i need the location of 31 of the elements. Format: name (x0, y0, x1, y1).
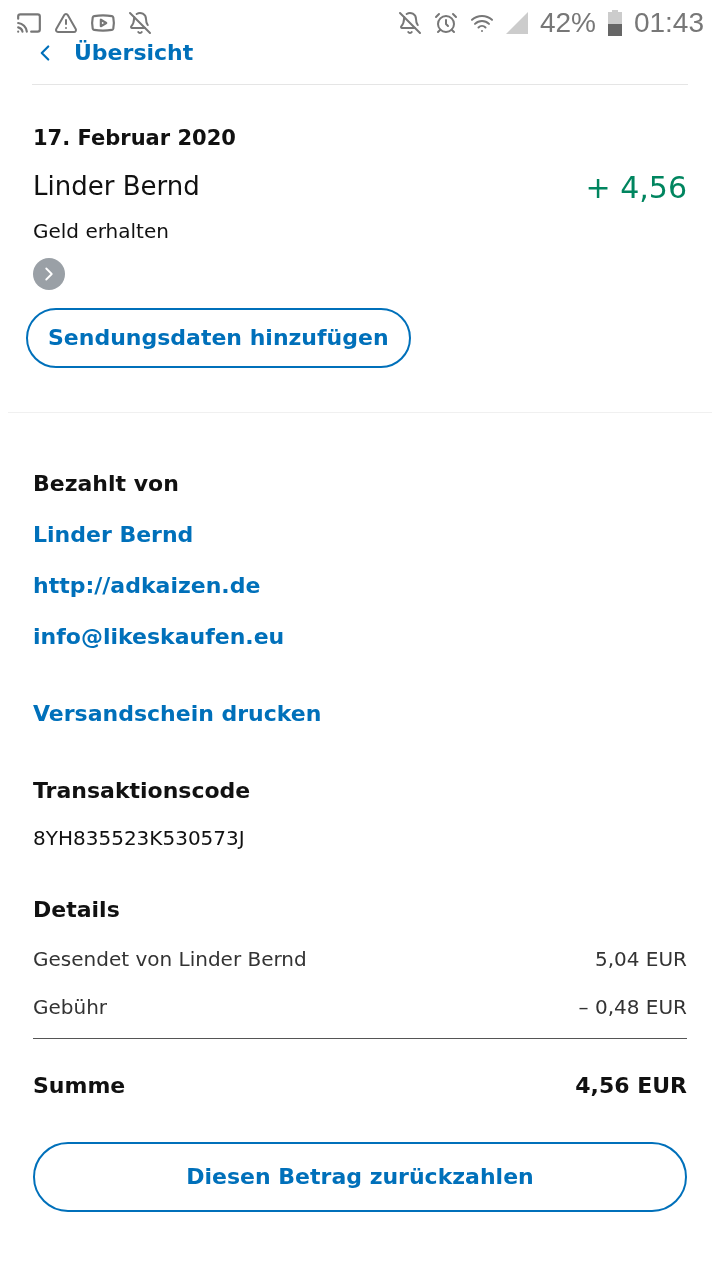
detail-value: 5,04 EUR (594, 945, 687, 973)
notification-icon (128, 11, 152, 35)
amount: + 4,56 (585, 168, 687, 207)
battery-icon (607, 10, 622, 36)
payer-link[interactable]: Linder Bernd (33, 517, 687, 551)
section-heading: Details (33, 895, 121, 924)
battery-percent: 42% (539, 6, 596, 40)
back-link[interactable]: Übersicht (0, 40, 720, 66)
mute-icon (397, 11, 422, 35)
refund-button[interactable]: Diesen Betrag zurückzahlen (33, 1141, 687, 1212)
transaction-date: 17. Februar 2020 (33, 125, 237, 152)
payer-link[interactable]: info@likeskaufen.eu (33, 619, 687, 653)
payer-name: Linder Bernd (33, 169, 200, 203)
transaction-code: 8YH835523K530573J (33, 824, 246, 852)
total-label: Summe (33, 1071, 126, 1100)
transaction-type: Geld erhalten (33, 217, 170, 245)
print-label-link[interactable]: Versandschein drucken (33, 696, 687, 730)
detail-value: – 0,48 EUR (578, 993, 687, 1021)
detail-label: Gebühr (33, 993, 108, 1021)
alarm-icon (433, 11, 458, 35)
section-heading: Transaktionscode (33, 776, 252, 805)
expand-icon[interactable] (33, 257, 65, 290)
cast-icon (16, 10, 42, 36)
section-heading: Bezahlt von (33, 469, 180, 498)
payer-link[interactable]: http://adkaizen.de (33, 568, 687, 602)
clock: 01:43 (633, 6, 704, 40)
add-shipping-button[interactable]: Sendungsdaten hinzufügen (26, 307, 411, 368)
signal-icon (505, 12, 528, 34)
detail-label: Gesendet von Linder Bernd (33, 945, 307, 973)
warning-icon (54, 11, 78, 35)
total-value: 4,56 EUR (575, 1071, 687, 1100)
